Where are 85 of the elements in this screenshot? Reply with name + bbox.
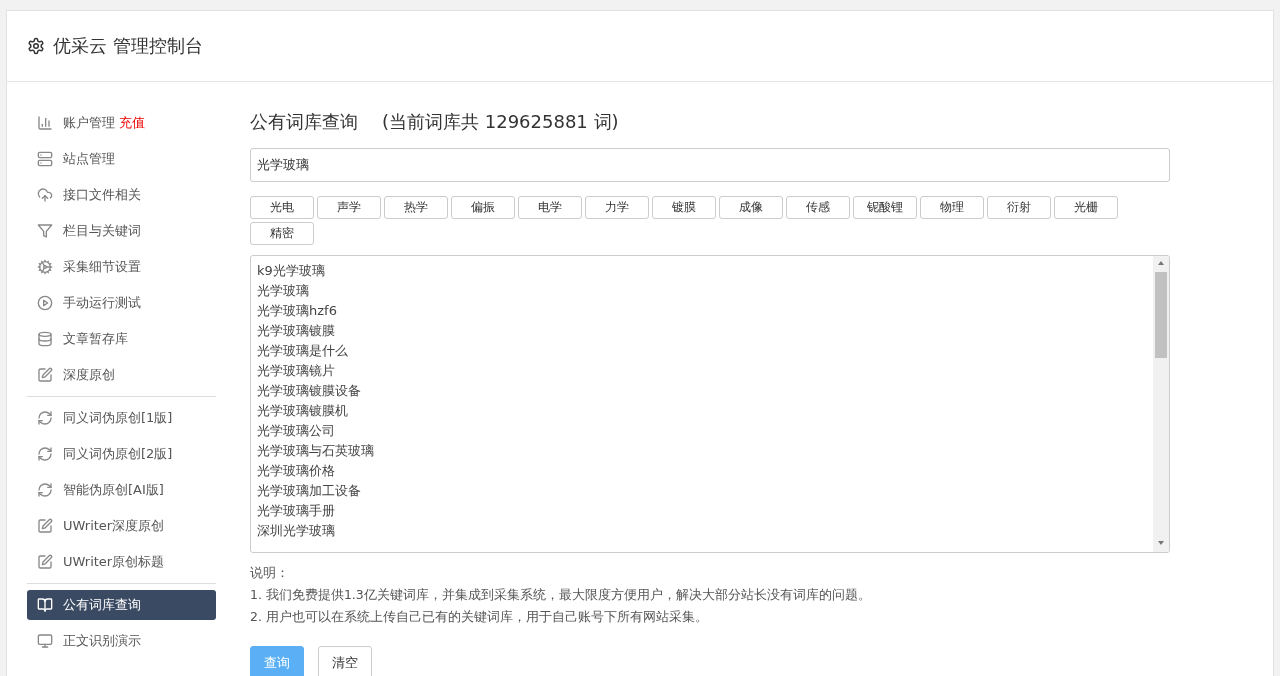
edit-icon bbox=[37, 554, 53, 570]
monitor-icon bbox=[37, 633, 53, 649]
keyword-tag[interactable]: 光栅 bbox=[1054, 196, 1118, 219]
sidebar-item[interactable]: 采集细节设置 bbox=[27, 252, 216, 282]
result-item[interactable]: 光学玻璃hzf6 bbox=[257, 301, 1147, 321]
item-label: 智能伪原创[AI版] bbox=[63, 481, 164, 499]
item-label: 接口文件相关 bbox=[63, 186, 141, 204]
sidebar-item[interactable]: 深度原创 bbox=[27, 360, 216, 390]
notes-title: 说明： bbox=[250, 565, 290, 582]
sidebar-item[interactable]: 手动运行测试 bbox=[27, 288, 216, 318]
edit-icon bbox=[37, 518, 53, 534]
result-list[interactable]: k9光学玻璃 光学玻璃 光学玻璃hzf6 光学玻璃镀膜 光学玻璃是什么 光学玻璃镜片 光学玻璃镀膜设备 光学玻璃镀膜机 光学玻璃公司 光学玻璃与石英玻璃 光学玻璃价格 光学玻璃加工设备 光学玻璃手册 深圳光学玻璃 bbox=[250, 255, 1170, 553]
result-item[interactable]: 光学玻璃是什么 bbox=[257, 341, 1147, 361]
scrollbar[interactable] bbox=[1153, 256, 1169, 552]
search-field[interactable]: 光学玻璃 bbox=[250, 148, 1170, 182]
sidebar-item[interactable]: 账户管理 充值 bbox=[27, 108, 216, 138]
result-item[interactable]: 光学玻璃价格 bbox=[257, 461, 1147, 481]
item-label: 栏目与关键词 bbox=[63, 222, 141, 240]
book-icon bbox=[37, 597, 53, 613]
keyword-tag[interactable]: 成像 bbox=[719, 196, 783, 219]
item-label: 账户管理 bbox=[63, 114, 115, 132]
result-item[interactable]: 光学玻璃镀膜机 bbox=[257, 401, 1147, 421]
keyword-tag[interactable]: 物理 bbox=[920, 196, 984, 219]
refresh-icon bbox=[37, 482, 53, 498]
note-text: 1. 我们免费提供1.3亿关键词库，并集成到采集系统，最大限度方便用户，解决大部分站长没有词库的问题。 bbox=[250, 587, 872, 604]
item-label: 公有词库查询 bbox=[63, 596, 141, 614]
item-label: 手动运行测试 bbox=[63, 294, 141, 312]
database-icon bbox=[37, 331, 53, 347]
edit-icon bbox=[37, 367, 53, 383]
bar-chart-icon bbox=[37, 115, 53, 131]
keyword-tag[interactable]: 衍射 bbox=[987, 196, 1051, 219]
refresh-icon bbox=[37, 410, 53, 426]
item-label: UWriter深度原创 bbox=[63, 517, 165, 535]
note-text: 2. 用户也可以在系统上传自己已有的关键词库，用于自己账号下所有网站采集。 bbox=[250, 609, 709, 626]
result-item[interactable]: 光学玻璃镀膜设备 bbox=[257, 381, 1147, 401]
keyword-tag[interactable]: 声学 bbox=[317, 196, 381, 219]
gear-icon bbox=[37, 259, 53, 275]
item-label: 深度原创 bbox=[63, 366, 115, 384]
result-item[interactable]: 光学玻璃手册 bbox=[257, 501, 1147, 521]
keyword-tag[interactable]: 光电 bbox=[250, 196, 314, 219]
result-item[interactable]: 光学玻璃镀膜 bbox=[257, 321, 1147, 341]
sidebar-item[interactable]: 文章暂存库 bbox=[27, 324, 216, 354]
result-item[interactable]: k9光学玻璃 bbox=[257, 261, 1147, 281]
sidebar-item[interactable]: 站点管理 bbox=[27, 144, 216, 174]
sidebar-item[interactable]: 栏目与关键词 bbox=[27, 216, 216, 246]
keyword-tag[interactable]: 力学 bbox=[585, 196, 649, 219]
keyword-tag[interactable]: 偏振 bbox=[451, 196, 515, 219]
item-label: 站点管理 bbox=[63, 150, 115, 168]
result-item[interactable]: 光学玻璃与石英玻璃 bbox=[257, 441, 1147, 461]
clear-button[interactable]: 清空 bbox=[318, 646, 372, 676]
keyword-tag[interactable]: 传感 bbox=[786, 196, 850, 219]
sidebar-item[interactable]: UWriter原创标题 bbox=[27, 547, 216, 577]
keyword-tag[interactable]: 热学 bbox=[384, 196, 448, 219]
keyword-tag[interactable]: 铌酸锂 bbox=[853, 196, 917, 219]
sidebar-item[interactable]: 同义词伪原创[1版] bbox=[27, 403, 216, 433]
app-title: 优采云 管理控制台 bbox=[53, 34, 203, 58]
cloud-upload-icon bbox=[37, 187, 53, 203]
server-icon bbox=[37, 151, 53, 167]
page-title: 公有词库查询 bbox=[250, 110, 358, 134]
sidebar-item[interactable]: 智能伪原创[AI版] bbox=[27, 475, 216, 505]
result-item[interactable]: 光学玻璃加工设备 bbox=[257, 481, 1147, 501]
item-label: UWriter原创标题 bbox=[63, 553, 165, 571]
filter-icon bbox=[37, 223, 53, 239]
item-label: 同义词伪原创[2版] bbox=[63, 445, 173, 463]
sidebar-item[interactable]: 接口文件相关 bbox=[27, 180, 216, 210]
result-item[interactable]: 光学玻璃 bbox=[257, 281, 1147, 301]
sidebar-item[interactable]: 同义词伪原创[2版] bbox=[27, 439, 216, 469]
item-label: 正文识别演示 bbox=[63, 632, 141, 650]
item-label: 采集细节设置 bbox=[63, 258, 141, 276]
play-icon bbox=[37, 295, 53, 311]
keyword-tag[interactable]: 镀膜 bbox=[652, 196, 716, 219]
item-label: 文章暂存库 bbox=[63, 330, 128, 348]
sidebar-item[interactable]: UWriter深度原创 bbox=[27, 511, 216, 541]
word-count: (当前词库共 129625881 词) bbox=[382, 110, 619, 134]
keyword-tag[interactable]: 精密 bbox=[250, 222, 314, 245]
sidebar-item[interactable]: 公有词库查询 bbox=[27, 590, 216, 620]
recharge-link[interactable]: 充值 bbox=[119, 114, 145, 132]
settings-icon bbox=[27, 37, 45, 55]
result-item[interactable]: 光学玻璃公司 bbox=[257, 421, 1147, 441]
refresh-icon bbox=[37, 446, 53, 462]
result-item[interactable]: 光学玻璃镜片 bbox=[257, 361, 1147, 381]
sidebar-item[interactable]: 正文识别演示 bbox=[27, 626, 216, 656]
result-item[interactable]: 深圳光学玻璃 bbox=[257, 521, 1147, 541]
item-label: 同义词伪原创[1版] bbox=[63, 409, 173, 427]
keyword-tag[interactable]: 电学 bbox=[518, 196, 582, 219]
